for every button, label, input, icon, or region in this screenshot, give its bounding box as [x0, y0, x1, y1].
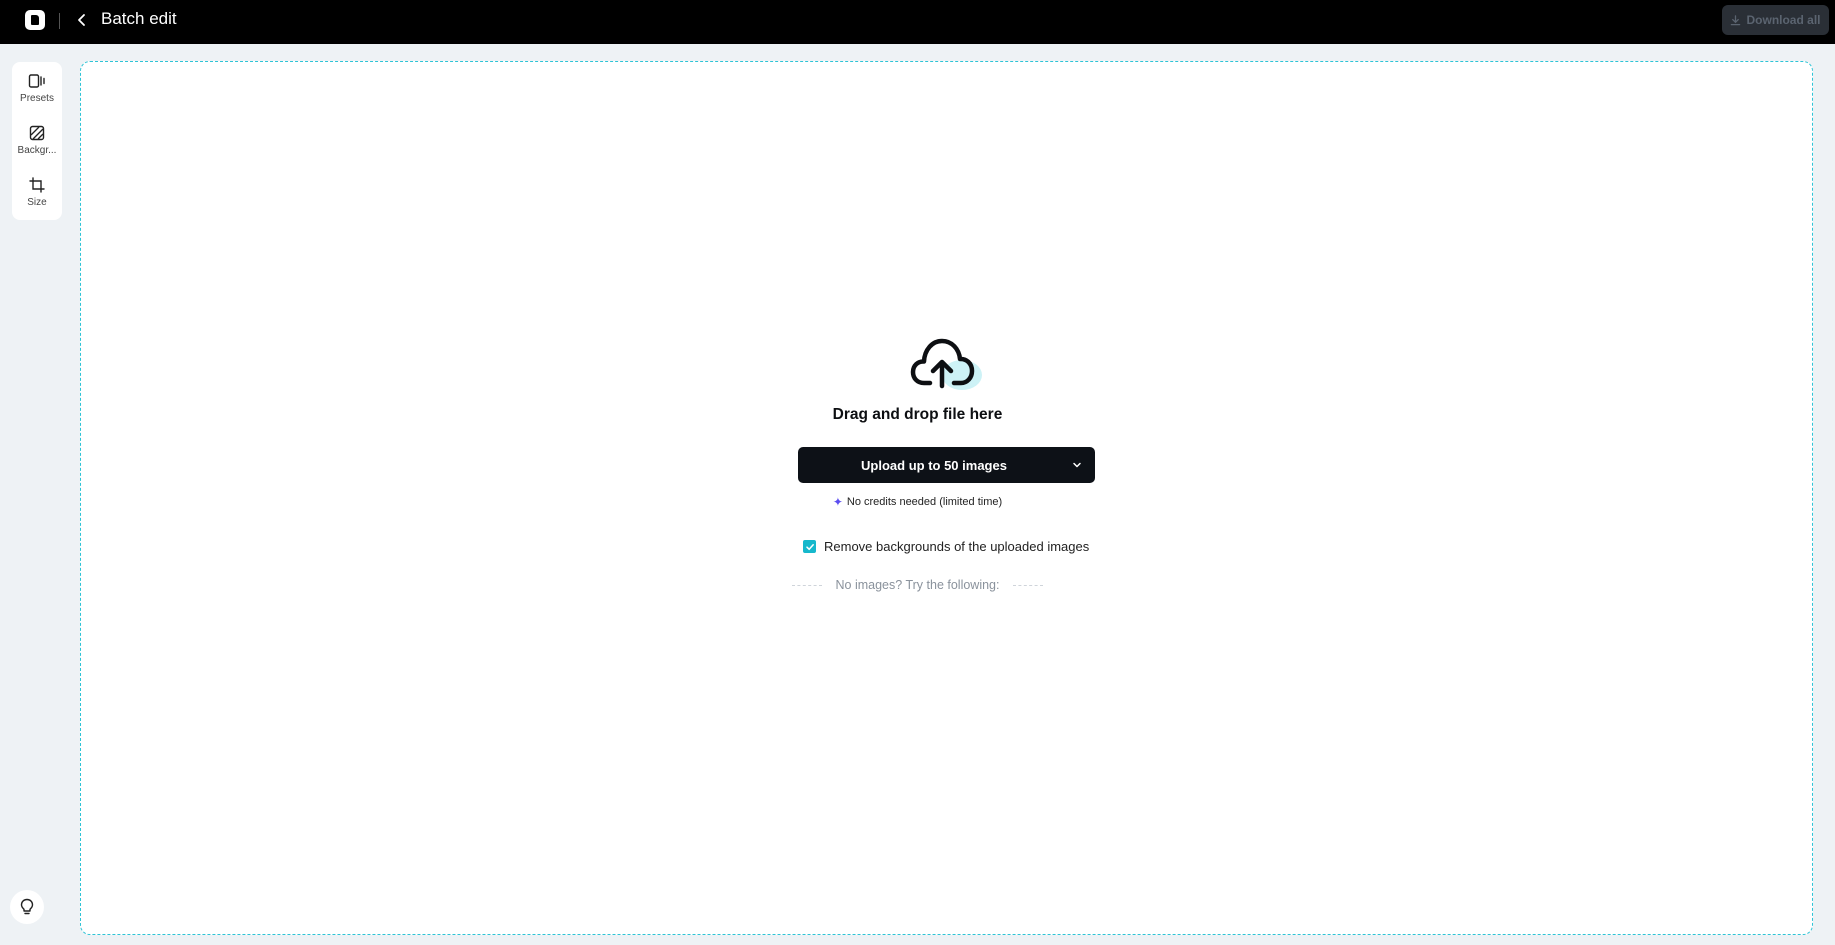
try-samples-label: No images? Try the following:	[835, 578, 1000, 592]
sidebar-item-background[interactable]: Backgr...	[12, 118, 62, 162]
background-icon	[28, 124, 46, 142]
tips-button[interactable]	[10, 890, 44, 924]
sidebar-item-presets[interactable]: Presets	[12, 66, 62, 110]
upload-cloud-icon	[910, 333, 984, 393]
download-all-button[interactable]: Download all	[1722, 5, 1829, 35]
sidebar-item-label: Backgr...	[17, 145, 57, 156]
presets-icon	[28, 72, 46, 90]
remove-background-checkbox[interactable]	[803, 540, 816, 553]
remove-background-label: Remove backgrounds of the uploaded image…	[824, 539, 1090, 554]
credits-note-text: No credits needed (limited time)	[846, 496, 1003, 508]
top-bar: Batch edit Download all	[0, 0, 1835, 44]
sidebar-item-label: Size	[27, 197, 47, 208]
topbar-divider	[59, 13, 60, 29]
crop-icon	[28, 176, 46, 194]
credits-note: ✦ No credits needed (limited time)	[0, 495, 1835, 509]
back-button[interactable]	[73, 10, 91, 30]
divider-right	[1013, 584, 1044, 586]
tool-sidebar: Presets Backgr... Size	[12, 62, 62, 220]
lightbulb-icon	[20, 898, 34, 915]
download-all-label: Download all	[1746, 13, 1821, 27]
sidebar-item-size[interactable]: Size	[12, 170, 62, 214]
remove-background-option[interactable]: Remove backgrounds of the uploaded image…	[803, 539, 1089, 554]
check-icon	[805, 543, 814, 550]
chevron-left-icon	[78, 14, 85, 26]
app-logo[interactable]	[25, 10, 45, 30]
download-icon	[1731, 14, 1741, 25]
logo-mark	[31, 15, 39, 25]
upload-images-label: Upload up to 50 images	[861, 457, 1007, 473]
sidebar-item-label: Presets	[20, 93, 54, 104]
upload-images-button[interactable]: Upload up to 50 images	[798, 447, 1095, 483]
dropzone-title: Drag and drop file here	[832, 406, 1003, 423]
try-samples-row: No images? Try the following:	[0, 578, 1835, 592]
page-title: Batch edit	[101, 9, 177, 28]
sparkle-icon: ✦	[832, 495, 843, 509]
chevron-down-icon[interactable]	[1071, 459, 1083, 471]
divider-left	[791, 584, 822, 586]
